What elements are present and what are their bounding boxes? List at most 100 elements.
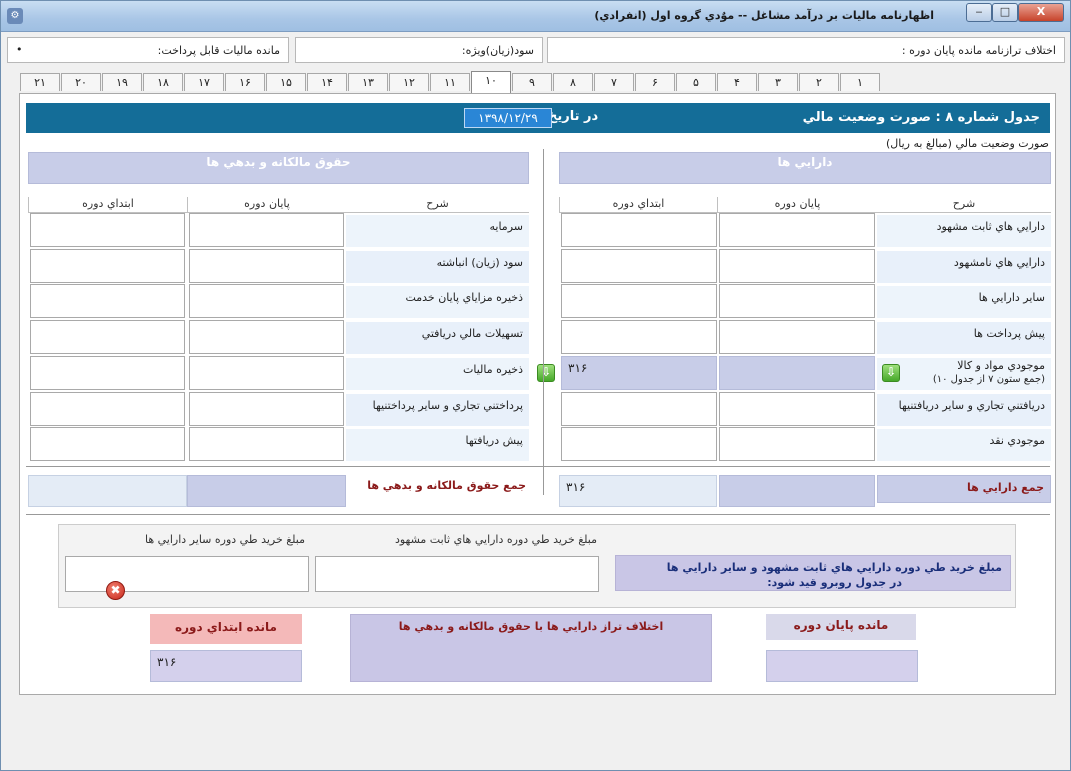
tab-14[interactable]: ١۴ [307,73,347,91]
liabilities-row-label: ذخيره مزاياي پايان خدمت [346,286,529,318]
tab-19[interactable]: ١٩ [102,73,142,91]
assets-col-start: ابتداي دوره [559,197,717,213]
assets-row-start-input[interactable] [561,284,717,318]
liabilities-row-start-input[interactable] [30,392,185,426]
liabilities-row-end-input[interactable] [189,284,344,318]
assets-total-end [719,475,875,507]
liabilities-row-end-input[interactable] [189,320,344,354]
error-icon[interactable]: ✖ [106,581,125,600]
statement-subtitle: صورت وضعيت مالي (مبالغ به ريال) [885,137,1049,150]
assets-row-label: موجودي نقد [877,429,1051,461]
liabilities-row-end-input[interactable] [189,356,344,390]
assets-row-end-input[interactable] [719,320,875,354]
liabilities-row-start-input[interactable] [30,213,185,247]
assets-total-start: ٣١۶ [559,475,717,507]
tab-11[interactable]: ١١ [430,73,470,91]
assets-total-label-box: جمع دارايي ها [877,475,1051,503]
liabilities-row-start-input[interactable] [30,249,185,283]
assets-col-desc: شرح [877,197,1051,213]
tab-strip: ١ ٢ ٣ ۴ ۵ ۶ ٧ ٨ ٩ ١٠ ١١ ١٢ ١٣ ١۴ ١۵ ١۶ ١٧ ١٨ ١٩ ٢٠ ٢١ [20,71,890,93]
assets-row-start-input[interactable] [561,320,717,354]
tab-2[interactable]: ٢ [799,73,839,91]
assets-row-label-text: دريافتني تجاري و ساير دريافتنيها [898,399,1045,412]
assets-row-end-input [719,356,875,390]
purchases-box: مبلغ خريد طي دوره دارايي هاي ثابت مشهود … [58,524,1016,608]
assets-heading: دارايي ها [559,152,1051,184]
tab-21[interactable]: ٢١ [20,73,60,91]
liabilities-row-label: تسهيلات مالي دريافتي [346,322,529,354]
tab-12[interactable]: ١٢ [389,73,429,91]
assets-row-start-input[interactable] [561,213,717,247]
end-balance-value [766,650,918,682]
tab-5[interactable]: ۵ [676,73,716,91]
liabilities-row-label: پرداختني تجاري و ساير پرداختنيها [346,394,529,426]
tab-1[interactable]: ١ [840,73,880,91]
assets-row-end-input[interactable] [719,427,875,461]
table-title: جدول شماره ٨ : صورت وضعيت مالي [802,110,1040,125]
assets-total-label: جمع دارايي ها [966,481,1044,494]
tab-8[interactable]: ٨ [553,73,593,91]
liabilities-total-label: جمع حقوق مالكانه و بدهي ها [367,479,526,492]
liabilities-row-label-text: ذخيره مزاياي پايان خدمت [405,291,523,304]
assets-row-start-input[interactable] [561,249,717,283]
tax-payable-value: • [16,43,23,56]
liabilities-row-end-input[interactable] [189,427,344,461]
title-bar: ⚙ اظهارنامه ماليات بر درآمد مشاغل -- موٌ… [1,1,1070,32]
balance-diff-label: اختلاف ترازنامه مانده پايان دوره : [901,44,1056,57]
assets-row-label: ساير دارايي ها [877,286,1051,318]
main-panel: جدول شماره ٨ : صورت وضعيت مالي در تاريخ … [19,93,1056,695]
tab-20[interactable]: ٢٠ [61,73,101,91]
start-balance-value: ٣١۶ [150,650,302,682]
window-title: اظهارنامه ماليات بر درآمد مشاغل -- موٌدي… [594,9,934,22]
totals-top-rule [26,466,1050,467]
assets-row-end-input[interactable] [719,284,875,318]
tab-4[interactable]: ۴ [717,73,757,91]
tab-16[interactable]: ١۶ [225,73,265,91]
assets-row-start-input[interactable] [561,392,717,426]
liabilities-row-end-input[interactable] [189,392,344,426]
date-field[interactable]: ١٣٩٨/١٢/٢٩ [464,108,552,128]
close-button[interactable]: X [1018,3,1064,22]
assets-row-label: موجودي مواد و كالا (جمع ستون ٧ از جدول ١٠… [877,358,1051,390]
purchases-instruction-line1: مبلغ خريد طي دوره دارايي هاي ثابت مشهود … [666,561,1002,574]
tab-17[interactable]: ١٧ [184,73,224,91]
assets-row-label-text: موجودي مواد و كالا [957,359,1045,372]
liabilities-row-start-input[interactable] [30,356,185,390]
tab-10[interactable]: ١٠ [471,71,511,93]
maximize-button[interactable]: □ [992,3,1018,22]
tab-7[interactable]: ٧ [594,73,634,91]
assets-row-end-input[interactable] [719,249,875,283]
tab-13[interactable]: ١٣ [348,73,388,91]
assets-row-label: دريافتني تجاري و ساير دريافتنيها [877,394,1051,426]
liabilities-row-end-input[interactable] [189,249,344,283]
tab-15[interactable]: ١۵ [266,73,306,91]
other-assets-purchase-input[interactable] [65,556,309,592]
liabilities-row-start-input[interactable] [30,284,185,318]
liabilities-row-label-text: تسهيلات مالي دريافتي [421,327,523,340]
liabilities-row-start-input[interactable] [30,427,185,461]
liabilities-row-label: سود (زيان) انباشته [346,251,529,283]
assets-row-end-input[interactable] [719,392,875,426]
fixed-assets-purchase-input[interactable] [315,556,599,592]
down-arrow-icon[interactable]: ⇩ [882,364,900,382]
tab-18[interactable]: ١٨ [143,73,183,91]
assets-row-label: دارايي هاي ثابت مشهود [877,215,1051,247]
tab-9[interactable]: ٩ [512,73,552,91]
liabilities-row-start-input[interactable] [30,320,185,354]
minimize-button[interactable]: ‒ [966,3,992,22]
liabilities-col-end: پايان دوره [187,197,346,213]
assets-col-end: پايان دوره [717,197,877,213]
tax-payable-box: مانده ماليات قابل پرداخت: • [7,37,289,63]
balance-diff-summary: اختلاف تراز دارايي ها با حقوق مالكانه و … [350,614,712,682]
down-arrow-icon[interactable]: ⇩ [537,364,555,382]
special-profit-box: سود(زيان)ويژه: [295,37,543,63]
liabilities-row-end-input[interactable] [189,213,344,247]
liabilities-total-start [28,475,187,507]
assets-row-start-input[interactable] [561,427,717,461]
liabilities-row-label-text: سود (زيان) انباشته [436,256,523,269]
liabilities-row-label: ذخيره ماليات [346,358,529,390]
assets-row-end-input[interactable] [719,213,875,247]
totals-bottom-rule [26,514,1050,515]
tab-6[interactable]: ۶ [635,73,675,91]
tab-3[interactable]: ٣ [758,73,798,91]
